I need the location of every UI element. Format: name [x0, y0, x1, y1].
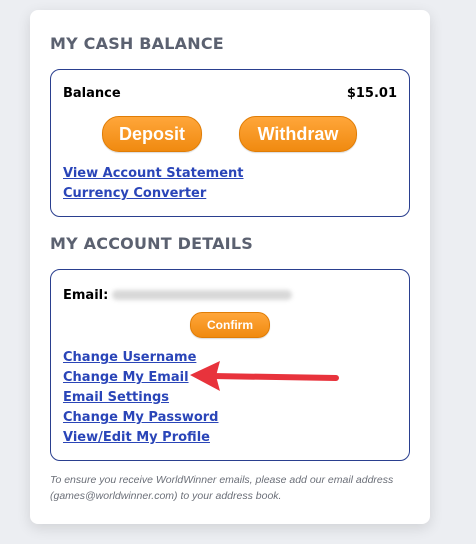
view-edit-profile-link[interactable]: View/Edit My Profile: [63, 430, 210, 445]
change-email-link[interactable]: Change My Email: [63, 370, 189, 385]
change-username-link[interactable]: Change Username: [63, 350, 196, 365]
red-arrow-icon: [190, 361, 339, 391]
view-account-statement-link[interactable]: View Account Statement: [63, 166, 244, 181]
account-card: MY CASH BALANCE Balance $15.01 Deposit W…: [30, 10, 430, 524]
deposit-button[interactable]: Deposit: [102, 116, 202, 152]
cash-balance-box: Balance $15.01 Deposit Withdraw View Acc…: [50, 69, 410, 217]
cash-balance-title: MY CASH BALANCE: [50, 34, 224, 53]
withdraw-button[interactable]: Withdraw: [239, 116, 357, 152]
confirm-button[interactable]: Confirm: [190, 312, 270, 338]
change-password-link[interactable]: Change My Password: [63, 410, 219, 425]
currency-converter-link[interactable]: Currency Converter: [63, 186, 206, 201]
balance-value: $15.01: [346, 86, 397, 101]
email-whitelist-note: To ensure you receive WorldWinner emails…: [50, 474, 394, 502]
balance-label: Balance: [63, 86, 121, 101]
email-value-redacted: [112, 290, 292, 300]
email-settings-link[interactable]: Email Settings: [63, 390, 169, 405]
email-label: Email:: [63, 288, 109, 303]
account-details-title: MY ACCOUNT DETAILS: [50, 234, 253, 253]
